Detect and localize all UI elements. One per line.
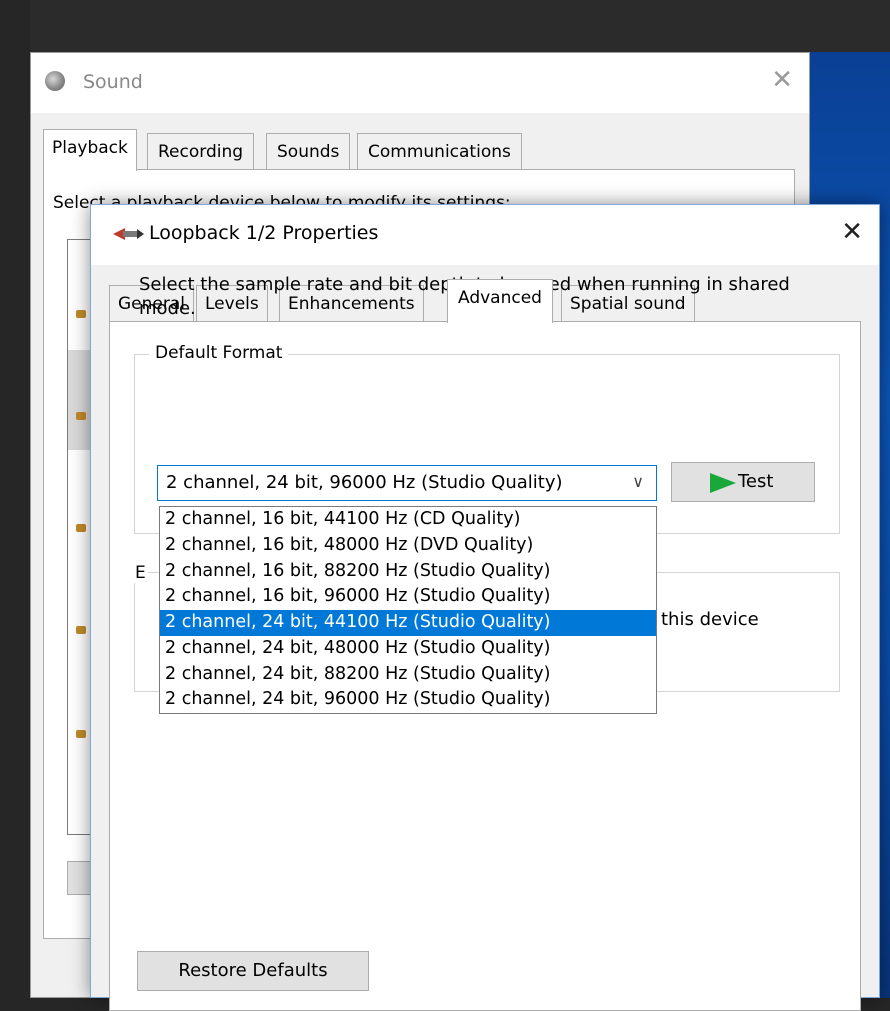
dropdown-option-highlighted[interactable]: 2 channel, 24 bit, 44100 Hz (Studio Qual… <box>160 610 656 636</box>
sample-rate-dropdown-list[interactable]: 2 channel, 16 bit, 44100 Hz (CD Quality)… <box>159 506 657 714</box>
dropdown-option[interactable]: 2 channel, 24 bit, 48000 Hz (Studio Qual… <box>160 636 656 662</box>
dialog-titlebar[interactable]: Loopback 1/2 Properties ✕ <box>91 205 879 265</box>
loopback-device-icon <box>113 228 144 240</box>
default-format-legend: Default Format <box>149 343 289 363</box>
device-icon <box>76 310 86 318</box>
dropdown-option[interactable]: 2 channel, 16 bit, 88200 Hz (Studio Qual… <box>160 559 656 585</box>
dropdown-option[interactable]: 2 channel, 16 bit, 48000 Hz (DVD Quality… <box>160 533 656 559</box>
dialog-title: Loopback 1/2 Properties <box>149 222 379 244</box>
sample-rate-selected-value: 2 channel, 24 bit, 96000 Hz (Studio Qual… <box>166 472 563 493</box>
loopback-properties-dialog: Loopback 1/2 Properties ✕ General Levels… <box>90 204 880 1011</box>
play-icon <box>710 473 736 493</box>
sample-rate-select[interactable]: 2 channel, 24 bit, 96000 Hz (Studio Qual… <box>157 465 657 501</box>
tab-communications[interactable]: Communications <box>357 133 522 169</box>
device-icon <box>76 412 86 420</box>
device-icon <box>76 524 86 532</box>
tab-playback[interactable]: Playback <box>43 129 137 171</box>
sound-titlebar[interactable]: Sound ✕ <box>31 53 809 113</box>
chevron-down-icon[interactable]: ∨ <box>632 472 644 491</box>
speaker-icon <box>45 71 65 91</box>
restore-defaults-button[interactable]: Restore Defaults <box>137 951 369 991</box>
device-icon <box>76 730 86 738</box>
test-button[interactable]: Test <box>671 462 815 502</box>
test-button-label: Test <box>738 471 774 492</box>
device-icon <box>76 626 86 634</box>
sound-window-title: Sound <box>83 71 143 93</box>
tab-advanced[interactable]: Advanced <box>447 279 553 323</box>
exclusive-mode-text: this device <box>661 609 759 630</box>
dropdown-option[interactable]: 2 channel, 16 bit, 44100 Hz (CD Quality) <box>160 507 656 533</box>
close-icon[interactable]: ✕ <box>841 217 863 247</box>
exclusive-mode-legend: E <box>133 563 148 583</box>
dropdown-option[interactable]: 2 channel, 16 bit, 96000 Hz (Studio Qual… <box>160 584 656 610</box>
tab-sounds[interactable]: Sounds <box>266 133 351 169</box>
close-icon[interactable]: ✕ <box>771 65 793 95</box>
tab-recording[interactable]: Recording <box>147 133 255 169</box>
dropdown-option[interactable]: 2 channel, 24 bit, 88200 Hz (Studio Qual… <box>160 662 656 688</box>
dropdown-option[interactable]: 2 channel, 24 bit, 96000 Hz (Studio Qual… <box>160 687 656 713</box>
